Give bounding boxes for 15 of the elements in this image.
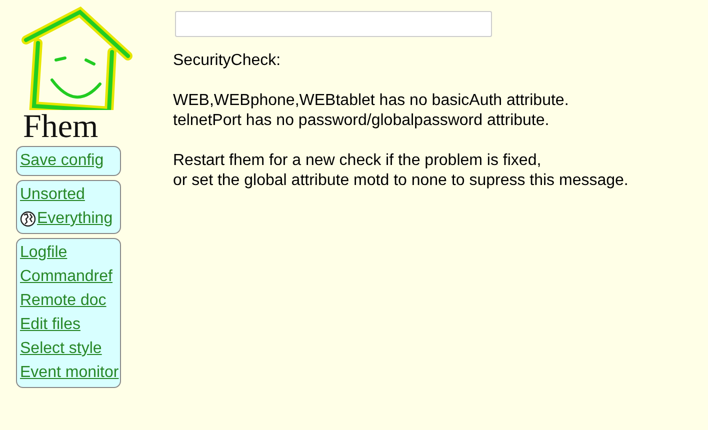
message-paragraph: WEB,WEBphone,WEBtablet has no basicAuth attribute. telnetPort has no password/globalpassword attribute. xyxy=(173,91,570,131)
menu-link[interactable]: Unsorted xyxy=(20,183,120,207)
menu-link[interactable]: Edit files xyxy=(20,313,120,337)
globe-icon xyxy=(20,211,36,227)
command-field[interactable] xyxy=(175,11,492,37)
menu-link[interactable]: Event monitor xyxy=(20,361,120,385)
menu-link[interactable]: Everything xyxy=(20,207,120,231)
message-title: SecurityCheck: xyxy=(173,51,282,71)
menu-link[interactable]: Logfile xyxy=(20,241,120,265)
message-paragraph: Restart fhem for a new check if the problem is fixed, or set the global attribute motd to none to supress this message. xyxy=(173,151,630,191)
menu-link[interactable]: Save config xyxy=(20,149,120,173)
menu-link[interactable]: Select style xyxy=(20,337,120,361)
menu-link[interactable]: Remote doc xyxy=(20,289,120,313)
menu-link[interactable]: Commandref xyxy=(20,265,120,289)
logo-text: Fhem xyxy=(23,112,98,142)
